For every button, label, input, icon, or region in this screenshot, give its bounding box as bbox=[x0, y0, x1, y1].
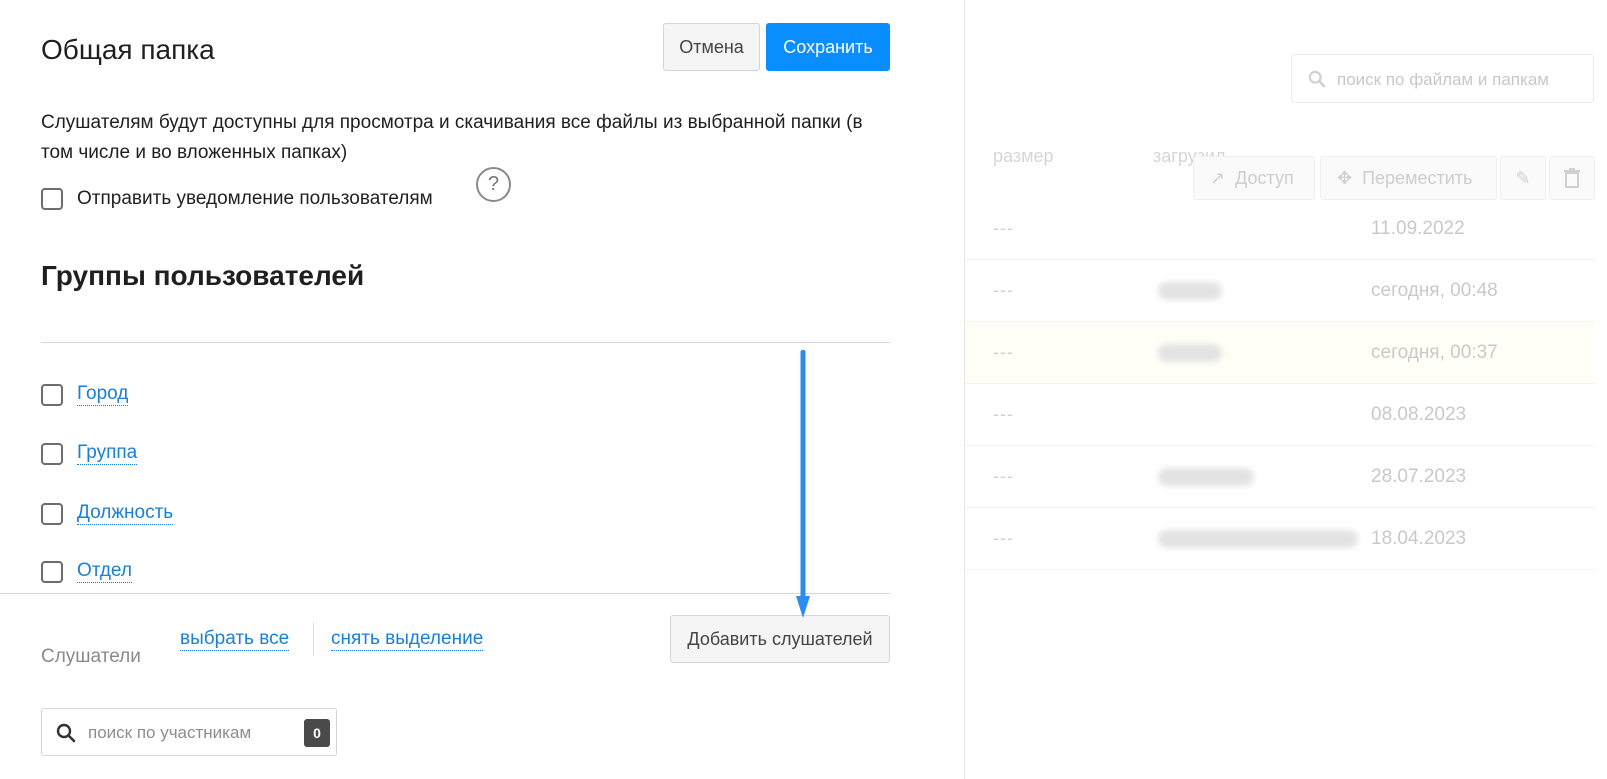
participants-count-badge: 0 bbox=[304, 719, 330, 747]
file-row: --- сегодня, 00:37 bbox=[965, 322, 1595, 384]
group-item-city[interactable]: Город bbox=[41, 383, 129, 406]
add-listeners-button[interactable]: Добавить слушателей bbox=[670, 615, 890, 663]
notify-users-option[interactable]: Отправить уведомление пользователям bbox=[41, 188, 433, 210]
trash-icon bbox=[1564, 168, 1580, 188]
file-size: --- bbox=[993, 218, 1014, 238]
group-item-group[interactable]: Группа bbox=[41, 442, 138, 465]
edit-button: ✎ bbox=[1500, 156, 1546, 200]
dialog-description: Слушателям будут доступны для просмотра … bbox=[41, 112, 863, 163]
pencil-icon: ✎ bbox=[1515, 167, 1531, 188]
file-size: --- bbox=[993, 404, 1014, 424]
move-icon: ✥ bbox=[1337, 167, 1353, 188]
file-date: сегодня, 00:37 bbox=[1371, 342, 1498, 363]
move-button: ✥ Переместить bbox=[1320, 156, 1497, 200]
group-item-department[interactable]: Отдел bbox=[41, 560, 132, 583]
share-icon: ↗ bbox=[1210, 167, 1226, 188]
blurred-uploader bbox=[1158, 468, 1254, 486]
access-button: ↗ Доступ bbox=[1193, 156, 1315, 200]
file-date: 28.07.2023 bbox=[1371, 466, 1467, 487]
file-date: сегодня, 00:48 bbox=[1371, 280, 1498, 301]
file-row: --- 28.07.2023 bbox=[965, 446, 1595, 508]
dialog-title: Общая папка bbox=[41, 34, 215, 65]
group-link[interactable]: Группа bbox=[77, 442, 138, 465]
file-date: 18.04.2023 bbox=[1371, 528, 1467, 549]
file-date: 11.09.2022 bbox=[1371, 218, 1465, 239]
annotation-arrow bbox=[796, 350, 810, 618]
user-groups-title: Группы пользователей bbox=[41, 260, 365, 291]
file-row: --- 18.04.2023 bbox=[965, 508, 1595, 570]
group-link[interactable]: Должность bbox=[77, 502, 174, 525]
background-search-placeholder: поиск по файлам и папкам bbox=[1337, 70, 1549, 89]
group-checkbox[interactable] bbox=[41, 560, 63, 583]
file-row: --- сегодня, 00:48 bbox=[965, 260, 1595, 322]
group-item-position[interactable]: Должность bbox=[41, 502, 174, 525]
participants-search[interactable]: 0 bbox=[41, 708, 337, 756]
help-icon[interactable]: ? bbox=[476, 167, 511, 202]
deselect-link[interactable]: снять выделение bbox=[331, 628, 484, 651]
file-size: --- bbox=[993, 342, 1014, 362]
file-row: --- 11.09.2022 bbox=[965, 198, 1595, 260]
divider bbox=[0, 593, 890, 594]
delete-button bbox=[1549, 156, 1595, 200]
background-file-search: поиск по файлам и папкам bbox=[1291, 54, 1594, 103]
access-label: Доступ bbox=[1235, 167, 1294, 188]
file-size: --- bbox=[993, 280, 1014, 300]
group-link[interactable]: Отдел bbox=[77, 560, 132, 583]
search-icon bbox=[56, 723, 76, 743]
group-link[interactable]: Город bbox=[77, 383, 129, 406]
shared-folder-dialog: Общая папка Отмена Сохранить Слушателям … bbox=[0, 0, 965, 779]
group-checkbox[interactable] bbox=[41, 442, 63, 465]
file-row: --- 08.08.2023 bbox=[965, 384, 1595, 446]
listeners-label: Слушатели bbox=[41, 646, 141, 667]
divider bbox=[41, 342, 890, 343]
group-checkbox[interactable] bbox=[41, 502, 63, 525]
cancel-button[interactable]: Отмена bbox=[663, 23, 760, 71]
blurred-uploader bbox=[1158, 344, 1222, 362]
save-button[interactable]: Сохранить bbox=[766, 23, 890, 71]
file-size: --- bbox=[993, 528, 1014, 548]
participants-search-input[interactable] bbox=[88, 721, 288, 745]
notify-users-label: Отправить уведомление пользователям bbox=[77, 188, 433, 209]
file-date: 08.08.2023 bbox=[1371, 404, 1467, 425]
move-label: Переместить bbox=[1362, 167, 1473, 188]
blurred-uploader bbox=[1158, 530, 1358, 548]
notify-users-checkbox[interactable] bbox=[41, 188, 63, 210]
column-size-header: размер bbox=[993, 146, 1054, 166]
select-all-link[interactable]: выбрать все bbox=[180, 628, 290, 651]
blurred-uploader bbox=[1158, 282, 1222, 300]
divider bbox=[313, 622, 314, 656]
file-size: --- bbox=[993, 466, 1014, 486]
group-checkbox[interactable] bbox=[41, 383, 63, 406]
search-icon bbox=[1308, 70, 1326, 88]
